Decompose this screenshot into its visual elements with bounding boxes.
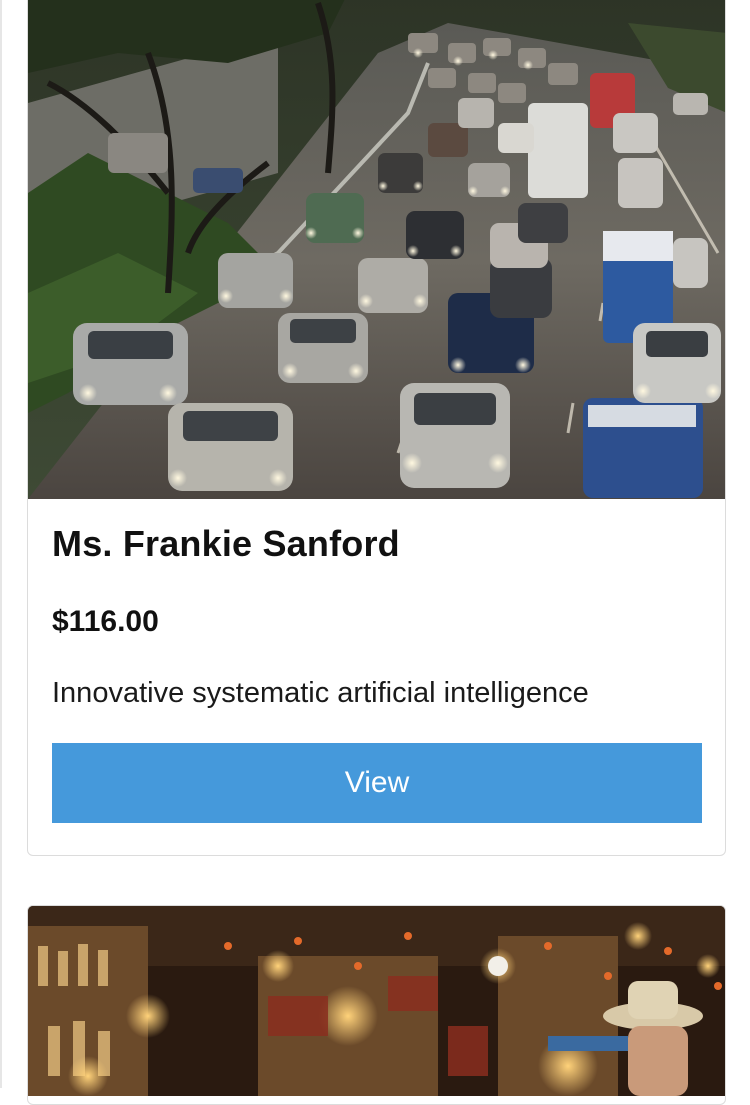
- product-price: $116.00: [52, 605, 159, 638]
- product-name: Ms. Frankie Sanford: [52, 523, 400, 564]
- product-card: Ms. Frankie Sanford $116.00 Innovative s…: [27, 0, 726, 856]
- product-card: [27, 905, 726, 1105]
- product-image-traffic-highway: [28, 0, 725, 499]
- view-button[interactable]: View: [52, 743, 702, 823]
- product-image-bar-interior: [28, 906, 725, 1096]
- page-left-edge: [0, 0, 2, 1088]
- product-description: Innovative systematic artificial intelli…: [52, 677, 589, 709]
